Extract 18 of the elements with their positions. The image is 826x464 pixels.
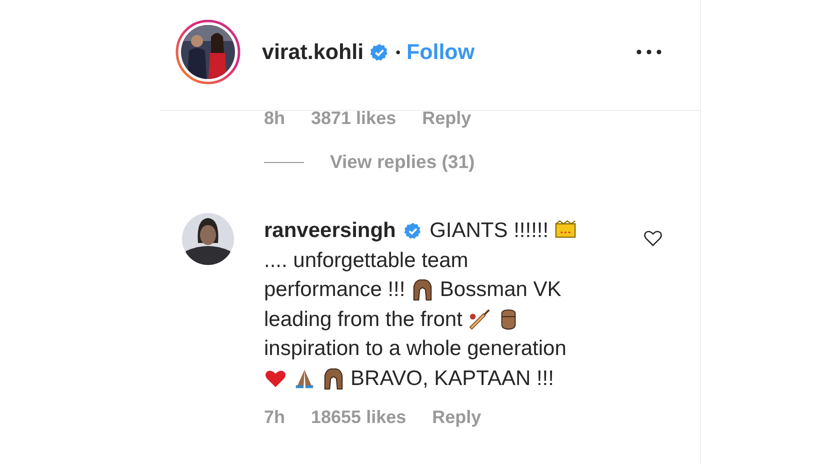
reply-button[interactable]: Reply	[432, 407, 482, 428]
comment-text: leading from the front	[264, 308, 462, 330]
comment-text: .... unforgettable team	[264, 248, 468, 272]
comment-text: BRAVO, KAPTAAN !!!	[350, 366, 554, 390]
likes-count[interactable]: 18655 likes	[311, 407, 406, 428]
comment-text: Bossman VK	[440, 278, 562, 301]
username-link[interactable]: ranveersingh	[264, 219, 396, 242]
comment-time: 8h	[264, 108, 286, 128]
view-replies-button[interactable]: View replies (31)	[330, 151, 475, 173]
reply-button[interactable]: Reply	[422, 108, 472, 128]
comment-text: inspiration to a whole generation	[264, 337, 566, 360]
likes-count[interactable]: 3871 likes	[311, 108, 396, 128]
follow-button[interactable]: Follow	[406, 40, 475, 64]
separator-dot: •	[396, 44, 400, 60]
comment-time: 7h	[264, 407, 286, 428]
comment-text: GIANTS !!!!!!	[430, 219, 549, 242]
username-link[interactable]: virat.kohli	[262, 40, 364, 64]
comment-text: performance !!!	[264, 278, 406, 301]
